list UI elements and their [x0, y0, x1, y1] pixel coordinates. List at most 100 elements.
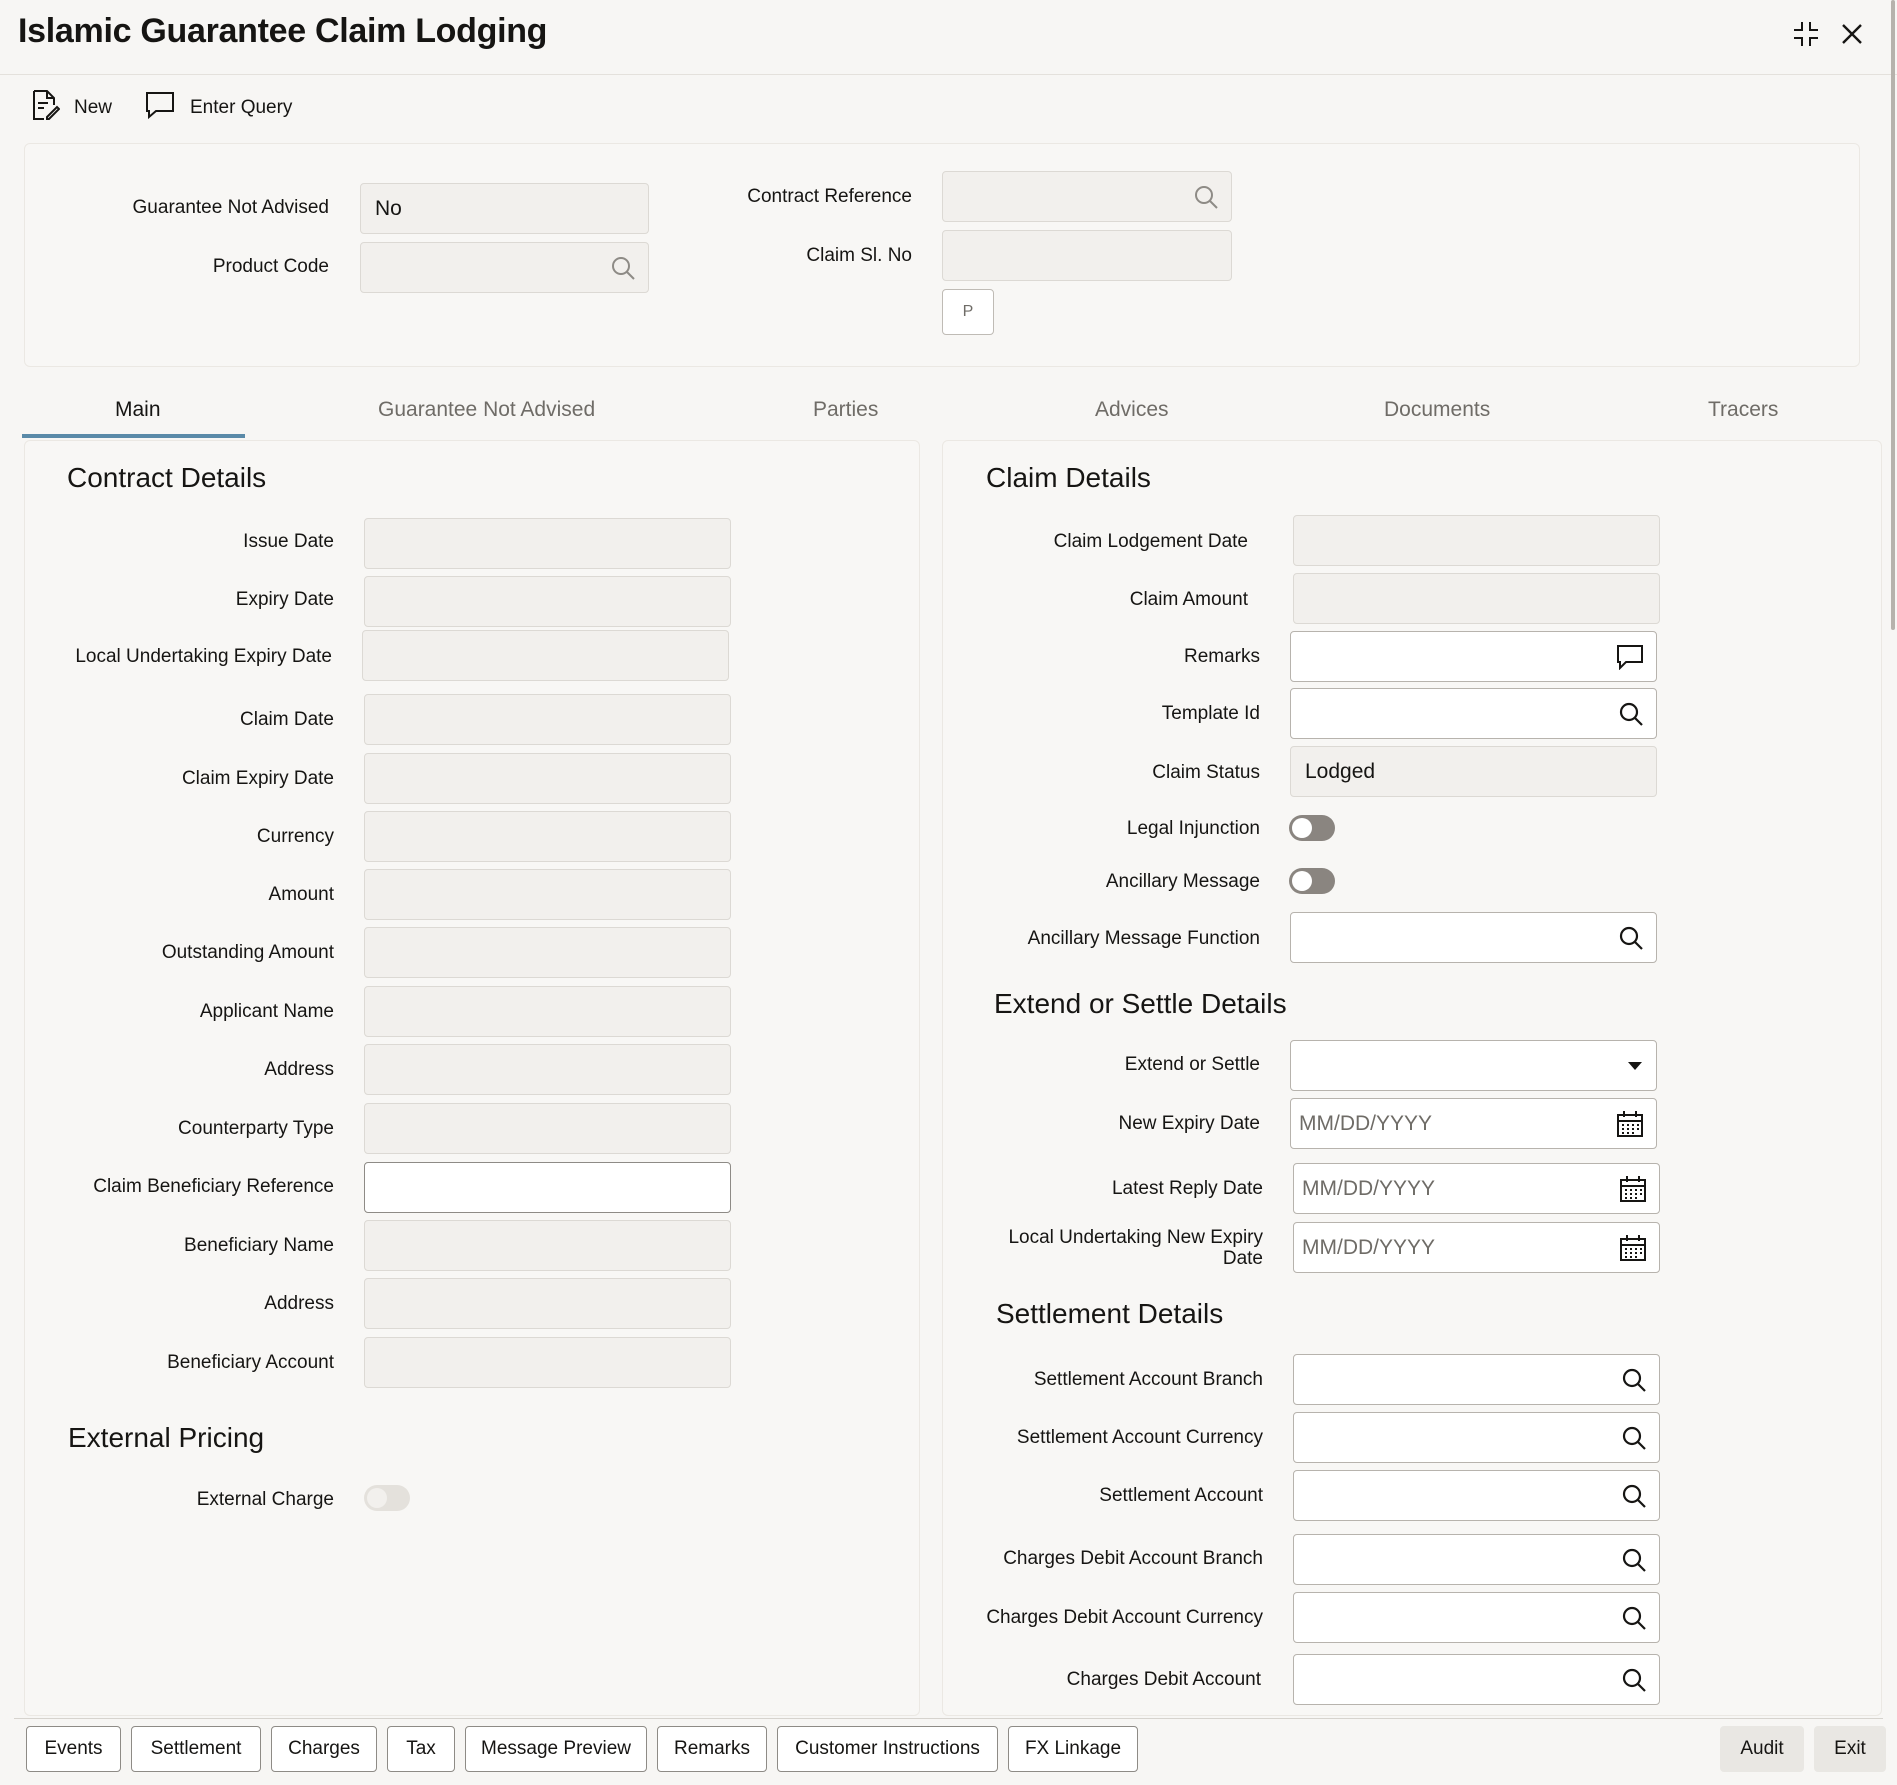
settlement-account-label: Settlement Account: [1099, 1485, 1263, 1506]
legal-injunction-label: Legal Injunction: [1126, 818, 1260, 839]
search-icon[interactable]: [610, 255, 636, 281]
claim-beneficiary-reference-label: Claim Beneficiary Reference: [93, 1176, 334, 1197]
minimize-icon[interactable]: [1788, 16, 1824, 52]
extend-settle-title: Extend or Settle Details: [994, 988, 1287, 1019]
tab-tracers[interactable]: Tracers: [1708, 398, 1778, 422]
audit-button[interactable]: Audit: [1720, 1726, 1804, 1772]
calendar-icon[interactable]: [1619, 1175, 1647, 1203]
tab-parties[interactable]: Parties: [813, 398, 878, 422]
claim-expiry-date-field: [364, 753, 731, 804]
query-bubble-icon: [144, 90, 176, 126]
settlement-button[interactable]: Settlement: [131, 1726, 261, 1772]
local-new-expiry-label-line1: Local Undertaking New Expiry: [1008, 1227, 1263, 1248]
local-new-expiry-label: Local Undertaking New Expiry Date: [960, 1227, 1263, 1269]
claim-beneficiary-reference-input[interactable]: [364, 1162, 731, 1213]
charges-debit-account-currency-input[interactable]: [1293, 1592, 1660, 1643]
currency-label: Currency: [256, 826, 334, 847]
close-icon[interactable]: [1834, 16, 1870, 52]
contract-reference-input[interactable]: [942, 171, 1232, 222]
local-new-expiry-date-input[interactable]: MM/DD/YYYY: [1293, 1222, 1660, 1273]
claim-lodgement-date-label: Claim Lodgement Date: [1053, 531, 1248, 552]
beneficiary-name-field: [364, 1220, 731, 1271]
search-icon[interactable]: [1621, 1667, 1647, 1693]
title-divider: [0, 74, 1897, 75]
contract-details-title: Contract Details: [67, 462, 267, 493]
claim-sl-no-label: Claim Sl. No: [806, 245, 912, 266]
claim-lodgement-date-field: [1293, 515, 1660, 566]
extend-or-settle-select[interactable]: [1290, 1040, 1657, 1091]
search-icon[interactable]: [1618, 701, 1644, 727]
search-icon[interactable]: [1621, 1605, 1647, 1631]
claim-expiry-date-label: Claim Expiry Date: [181, 768, 334, 789]
claim-date-field: [364, 694, 731, 745]
issue-date-field: [364, 518, 731, 569]
search-icon[interactable]: [1618, 925, 1644, 951]
external-charge-toggle[interactable]: [364, 1485, 410, 1511]
search-icon[interactable]: [1621, 1367, 1647, 1393]
customer-instructions-button[interactable]: Customer Instructions: [777, 1726, 998, 1772]
settlement-account-currency-input[interactable]: [1293, 1412, 1660, 1463]
claim-amount-label: Claim Amount: [1129, 589, 1248, 610]
amount-field: [364, 869, 731, 920]
events-button[interactable]: Events: [26, 1726, 121, 1772]
enter-query-button[interactable]: Enter Query: [144, 90, 292, 126]
search-icon[interactable]: [1621, 1483, 1647, 1509]
message-preview-button[interactable]: Message Preview: [465, 1726, 647, 1772]
latest-reply-date-label: Latest Reply Date: [1111, 1178, 1263, 1199]
search-icon[interactable]: [1621, 1425, 1647, 1451]
remarks-button[interactable]: Remarks: [657, 1726, 767, 1772]
settlement-account-currency-label: Settlement Account Currency: [1016, 1427, 1263, 1448]
vertical-scrollbar[interactable]: [1891, 0, 1895, 630]
claim-amount-field: [1293, 573, 1660, 624]
guarantee-not-advised-field: No: [360, 183, 649, 234]
claim-sl-no-input[interactable]: [942, 230, 1232, 281]
exit-button[interactable]: Exit: [1814, 1726, 1886, 1772]
active-tab-indicator: [22, 434, 245, 438]
tab-documents[interactable]: Documents: [1384, 398, 1490, 422]
remarks-input[interactable]: [1290, 631, 1657, 682]
calendar-icon[interactable]: [1619, 1234, 1647, 1262]
legal-injunction-toggle[interactable]: [1289, 815, 1335, 841]
applicant-address-label: Address: [264, 1059, 334, 1080]
date-placeholder: MM/DD/YYYY: [1302, 1235, 1436, 1259]
counterparty-type-label: Counterparty Type: [178, 1118, 334, 1139]
search-icon[interactable]: [1621, 1547, 1647, 1573]
local-new-expiry-label-line2: Date: [1222, 1248, 1263, 1269]
charges-button[interactable]: Charges: [271, 1726, 377, 1772]
beneficiary-name-label: Beneficiary Name: [184, 1235, 334, 1256]
p-button[interactable]: P: [942, 289, 994, 335]
tab-advices[interactable]: Advices: [1095, 398, 1169, 422]
tab-guarantee-not-advised[interactable]: Guarantee Not Advised: [378, 398, 595, 422]
search-icon[interactable]: [1193, 184, 1219, 210]
external-charge-label: External Charge: [196, 1489, 334, 1510]
expiry-date-label: Expiry Date: [235, 589, 334, 610]
amount-label: Amount: [268, 884, 334, 905]
comment-icon[interactable]: [1616, 644, 1644, 670]
counterparty-type-field: [364, 1103, 731, 1154]
ancillary-message-function-input[interactable]: [1290, 912, 1657, 963]
outstanding-amount-field: [364, 927, 731, 978]
settlement-account-input[interactable]: [1293, 1470, 1660, 1521]
latest-reply-date-input[interactable]: MM/DD/YYYY: [1293, 1163, 1660, 1214]
product-code-input[interactable]: [360, 242, 649, 293]
claim-status-label: Claim Status: [1152, 762, 1260, 783]
outstanding-amount-label: Outstanding Amount: [161, 942, 334, 963]
caret-down-icon[interactable]: [1626, 1060, 1644, 1072]
new-expiry-date-input[interactable]: MM/DD/YYYY: [1290, 1098, 1657, 1149]
template-id-input[interactable]: [1290, 688, 1657, 739]
guarantee-not-advised-label: Guarantee Not Advised: [132, 197, 329, 218]
charges-debit-account-branch-input[interactable]: [1293, 1534, 1660, 1585]
new-button[interactable]: New: [30, 90, 112, 126]
window-title: Islamic Guarantee Claim Lodging: [18, 12, 548, 50]
claim-date-label: Claim Date: [240, 709, 334, 730]
external-pricing-title: External Pricing: [68, 1422, 265, 1453]
tax-button[interactable]: Tax: [387, 1726, 455, 1772]
fx-linkage-button[interactable]: FX Linkage: [1008, 1726, 1138, 1772]
new-expiry-date-label: New Expiry Date: [1118, 1113, 1261, 1134]
tab-main[interactable]: Main: [115, 398, 161, 422]
calendar-icon[interactable]: [1616, 1110, 1644, 1138]
settlement-account-branch-input[interactable]: [1293, 1354, 1660, 1405]
ancillary-message-toggle[interactable]: [1289, 868, 1335, 894]
applicant-name-field: [364, 986, 731, 1037]
charges-debit-account-input[interactable]: [1293, 1654, 1660, 1705]
